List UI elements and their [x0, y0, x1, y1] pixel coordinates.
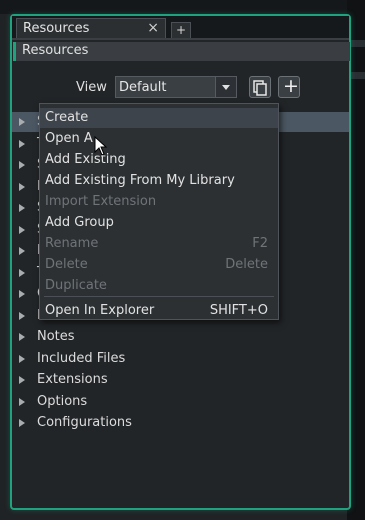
top-strip — [0, 0, 365, 14]
chevron-right-icon[interactable] — [19, 311, 25, 320]
menu-item: Rename F2 — [40, 234, 278, 254]
chevron-right-icon[interactable] — [19, 419, 25, 427]
chevron-right-icon[interactable] — [19, 333, 25, 341]
copy-view-button[interactable] — [249, 76, 271, 98]
tree-item[interactable]: Included Files — [12, 349, 349, 369]
menu-item-shortcut: F2 — [252, 236, 268, 251]
menu-item-label: Open In Explorer — [45, 303, 155, 318]
plus-icon: + — [283, 75, 299, 97]
add-tab-button[interactable]: + — [171, 22, 191, 38]
tab-underline — [12, 38, 349, 40]
add-view-button[interactable]: + — [278, 75, 300, 98]
menu-item-label: Rename — [45, 236, 99, 251]
menu-item-label: Add Existing From My Library — [45, 173, 235, 188]
close-icon[interactable]: × — [147, 20, 159, 36]
chevron-right-icon[interactable] — [19, 161, 25, 169]
menu-item: Delete Delete — [40, 255, 278, 275]
chevron-right-icon[interactable] — [19, 139, 25, 148]
view-row: View Default + — [12, 74, 349, 102]
chevron-right-icon[interactable] — [19, 290, 25, 298]
menu-separator — [44, 296, 274, 297]
menu-item[interactable]: Add Existing From My Library — [40, 171, 278, 191]
chevron-right-icon[interactable] — [19, 247, 25, 255]
view-select-value: Default — [119, 80, 167, 95]
menu-item-label: Open A — [45, 131, 93, 146]
tab-resources[interactable]: Resources × — [16, 18, 166, 38]
tree-item-label: Options — [37, 393, 88, 409]
chevron-right-icon[interactable] — [19, 268, 25, 277]
menu-item-shortcut: SHIFT+O — [209, 303, 268, 318]
edge-bar — [349, 40, 365, 47]
menu-item-label: Import Extension — [45, 194, 157, 209]
panel-header: Resources — [13, 42, 350, 61]
menu-item[interactable]: Add Existing — [40, 150, 278, 170]
tree-item[interactable]: Extensions — [12, 370, 349, 390]
chevron-right-icon[interactable] — [19, 376, 25, 384]
menu-item[interactable]: Open A — [40, 129, 278, 149]
menu-item-label: Duplicate — [45, 278, 107, 293]
menu-item-label: Create — [45, 110, 89, 125]
tree-item-label: Extensions — [37, 372, 108, 387]
menu-item[interactable]: Open In Explorer SHIFT+O — [40, 301, 278, 321]
edge-bar — [349, 72, 365, 79]
tree-item[interactable]: Options — [12, 392, 349, 412]
menu-item[interactable]: Add Group — [40, 213, 278, 233]
tab-label: Resources — [23, 21, 90, 36]
panel-title: Resources — [22, 43, 89, 58]
tree-item-label: Configurations — [37, 415, 132, 430]
view-label: View — [76, 80, 107, 95]
context-menu: Create Open A Add Existing Add Existing Fro… — [39, 103, 279, 320]
chevron-right-icon[interactable] — [19, 204, 25, 212]
menu-item: Import Extension — [40, 192, 278, 212]
tree-item[interactable]: Notes — [12, 327, 349, 347]
menu-item-label: Add Group — [45, 215, 114, 230]
chevron-right-icon[interactable] — [19, 354, 25, 363]
chevron-right-icon[interactable] — [19, 182, 25, 191]
tree-item[interactable]: Configurations — [12, 413, 349, 433]
tree-item-label: Included Files — [37, 350, 126, 366]
view-select[interactable]: Default — [115, 76, 237, 98]
tree-item-label: Notes — [37, 329, 75, 344]
chevron-right-icon[interactable] — [19, 118, 25, 126]
menu-item-label: Delete — [45, 257, 88, 272]
dropdown-arrow[interactable] — [215, 77, 236, 97]
menu-item-shortcut: Delete — [225, 257, 268, 272]
menu-item: Duplicate — [40, 276, 278, 296]
copy-icon — [253, 80, 267, 96]
chevron-right-icon[interactable] — [19, 225, 25, 234]
mouse-cursor-icon — [94, 136, 108, 156]
chevron-right-icon[interactable] — [19, 397, 25, 406]
menu-item[interactable]: Create — [40, 108, 278, 128]
chevron-down-icon — [222, 85, 230, 90]
tab-bar: Resources × + — [12, 16, 349, 40]
menu-item-label: Add Existing — [45, 152, 126, 167]
